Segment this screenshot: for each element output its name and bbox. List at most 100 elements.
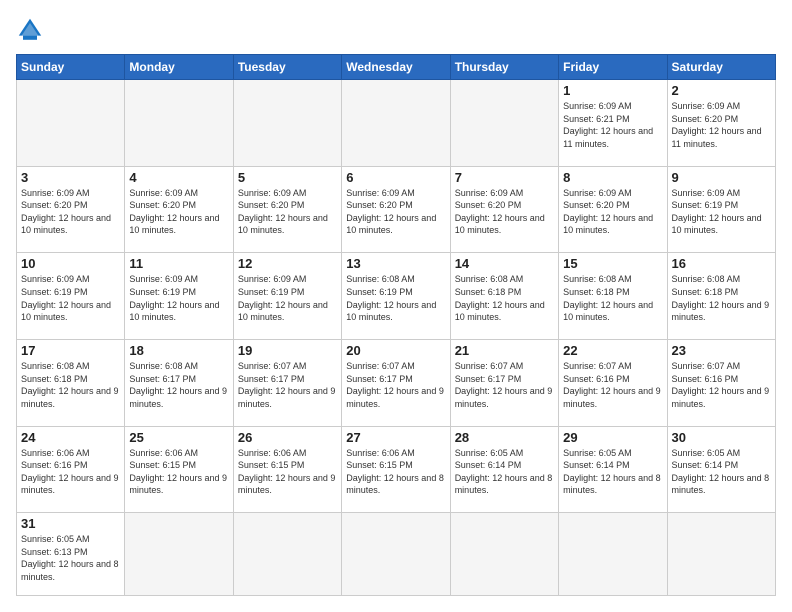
day-info: Sunrise: 6:09 AM Sunset: 6:20 PM Dayligh…	[21, 187, 120, 237]
calendar-cell	[450, 80, 558, 167]
calendar-cell: 15Sunrise: 6:08 AM Sunset: 6:18 PM Dayli…	[559, 253, 667, 340]
calendar-cell: 22 Sunrise: 6:07 AM Sunset: 6:16 PM Dayli…	[559, 339, 667, 426]
calendar-cell: 24 Sunrise: 6:06 AM Sunset: 6:16 PM Dayli…	[17, 426, 125, 513]
weekday-header-thursday: Thursday	[450, 55, 558, 80]
calendar-table: SundayMondayTuesdayWednesdayThursdayFrid…	[16, 54, 776, 596]
day-info: Sunrise: 6:05 AM Sunset: 6:14 PM Dayligh…	[455, 447, 554, 497]
day-info: Sunrise: 6:07 AM Sunset: 6:17 PM Dayligh…	[455, 360, 554, 410]
calendar-cell: 29 Sunrise: 6:05 AM Sunset: 6:14 PM Dayli…	[559, 426, 667, 513]
day-number: 16	[672, 256, 771, 271]
calendar-cell: 14Sunrise: 6:08 AM Sunset: 6:18 PM Dayli…	[450, 253, 558, 340]
calendar-cell	[342, 513, 450, 596]
day-info: Sunrise: 6:09 AM Sunset: 6:19 PM Dayligh…	[238, 273, 337, 323]
calendar-cell: 27Sunrise: 6:06 AM Sunset: 6:15 PM Dayli…	[342, 426, 450, 513]
day-info: Sunrise: 6:09 AM Sunset: 6:20 PM Dayligh…	[563, 187, 662, 237]
day-number: 3	[21, 170, 120, 185]
weekday-header-sunday: Sunday	[17, 55, 125, 80]
day-info: Sunrise: 6:05 AM Sunset: 6:13 PM Dayligh…	[21, 533, 120, 583]
day-number: 1	[563, 83, 662, 98]
day-number: 30	[672, 430, 771, 445]
weekday-header-saturday: Saturday	[667, 55, 775, 80]
calendar-cell: 2 Sunrise: 6:09 AM Sunset: 6:20 PM Daylig…	[667, 80, 775, 167]
day-info: Sunrise: 6:05 AM Sunset: 6:14 PM Dayligh…	[563, 447, 662, 497]
calendar-cell: 4 Sunrise: 6:09 AM Sunset: 6:20 PM Daylig…	[125, 166, 233, 253]
day-info: Sunrise: 6:08 AM Sunset: 6:17 PM Dayligh…	[129, 360, 228, 410]
day-info: Sunrise: 6:07 AM Sunset: 6:16 PM Dayligh…	[563, 360, 662, 410]
day-info: Sunrise: 6:09 AM Sunset: 6:20 PM Dayligh…	[238, 187, 337, 237]
day-info: Sunrise: 6:06 AM Sunset: 6:15 PM Dayligh…	[129, 447, 228, 497]
day-number: 8	[563, 170, 662, 185]
calendar-cell: 18Sunrise: 6:08 AM Sunset: 6:17 PM Dayli…	[125, 339, 233, 426]
calendar-cell: 20Sunrise: 6:07 AM Sunset: 6:17 PM Dayli…	[342, 339, 450, 426]
day-info: Sunrise: 6:07 AM Sunset: 6:17 PM Dayligh…	[238, 360, 337, 410]
weekday-header-monday: Monday	[125, 55, 233, 80]
day-number: 19	[238, 343, 337, 358]
day-info: Sunrise: 6:09 AM Sunset: 6:19 PM Dayligh…	[21, 273, 120, 323]
day-number: 4	[129, 170, 228, 185]
weekday-header-tuesday: Tuesday	[233, 55, 341, 80]
day-number: 10	[21, 256, 120, 271]
day-number: 23	[672, 343, 771, 358]
calendar-week-5: 31 Sunrise: 6:05 AM Sunset: 6:13 PM Dayli…	[17, 513, 776, 596]
calendar-cell	[667, 513, 775, 596]
calendar-cell	[450, 513, 558, 596]
day-info: Sunrise: 6:07 AM Sunset: 6:17 PM Dayligh…	[346, 360, 445, 410]
day-number: 11	[129, 256, 228, 271]
calendar-cell: 12Sunrise: 6:09 AM Sunset: 6:19 PM Dayli…	[233, 253, 341, 340]
calendar-cell: 13 Sunrise: 6:08 AM Sunset: 6:19 PM Dayli…	[342, 253, 450, 340]
day-info: Sunrise: 6:07 AM Sunset: 6:16 PM Dayligh…	[672, 360, 771, 410]
day-info: Sunrise: 6:08 AM Sunset: 6:18 PM Dayligh…	[455, 273, 554, 323]
day-number: 22	[563, 343, 662, 358]
day-info: Sunrise: 6:09 AM Sunset: 6:20 PM Dayligh…	[455, 187, 554, 237]
day-info: Sunrise: 6:08 AM Sunset: 6:19 PM Dayligh…	[346, 273, 445, 323]
day-info: Sunrise: 6:09 AM Sunset: 6:19 PM Dayligh…	[672, 187, 771, 237]
calendar-cell: 8 Sunrise: 6:09 AM Sunset: 6:20 PM Daylig…	[559, 166, 667, 253]
day-number: 2	[672, 83, 771, 98]
calendar-cell	[342, 80, 450, 167]
calendar-week-0: 1 Sunrise: 6:09 AM Sunset: 6:21 PM Daylig…	[17, 80, 776, 167]
day-info: Sunrise: 6:09 AM Sunset: 6:20 PM Dayligh…	[346, 187, 445, 237]
calendar-cell: 11Sunrise: 6:09 AM Sunset: 6:19 PM Dayli…	[125, 253, 233, 340]
calendar-cell: 7 Sunrise: 6:09 AM Sunset: 6:20 PM Daylig…	[450, 166, 558, 253]
calendar-cell: 3 Sunrise: 6:09 AM Sunset: 6:20 PM Daylig…	[17, 166, 125, 253]
day-number: 21	[455, 343, 554, 358]
weekday-header-row: SundayMondayTuesdayWednesdayThursdayFrid…	[17, 55, 776, 80]
calendar-cell: 6 Sunrise: 6:09 AM Sunset: 6:20 PM Daylig…	[342, 166, 450, 253]
calendar-cell: 1 Sunrise: 6:09 AM Sunset: 6:21 PM Daylig…	[559, 80, 667, 167]
calendar-cell	[125, 80, 233, 167]
day-info: Sunrise: 6:09 AM Sunset: 6:20 PM Dayligh…	[672, 100, 771, 150]
day-info: Sunrise: 6:08 AM Sunset: 6:18 PM Dayligh…	[21, 360, 120, 410]
calendar-week-4: 24 Sunrise: 6:06 AM Sunset: 6:16 PM Dayli…	[17, 426, 776, 513]
weekday-header-wednesday: Wednesday	[342, 55, 450, 80]
day-info: Sunrise: 6:06 AM Sunset: 6:15 PM Dayligh…	[346, 447, 445, 497]
day-number: 17	[21, 343, 120, 358]
calendar-cell: 28 Sunrise: 6:05 AM Sunset: 6:14 PM Dayli…	[450, 426, 558, 513]
calendar-week-3: 17 Sunrise: 6:08 AM Sunset: 6:18 PM Dayli…	[17, 339, 776, 426]
calendar-cell: 25 Sunrise: 6:06 AM Sunset: 6:15 PM Dayli…	[125, 426, 233, 513]
day-number: 6	[346, 170, 445, 185]
calendar-cell: 19 Sunrise: 6:07 AM Sunset: 6:17 PM Dayli…	[233, 339, 341, 426]
day-info: Sunrise: 6:09 AM Sunset: 6:20 PM Dayligh…	[129, 187, 228, 237]
day-info: Sunrise: 6:08 AM Sunset: 6:18 PM Dayligh…	[672, 273, 771, 323]
day-info: Sunrise: 6:06 AM Sunset: 6:15 PM Dayligh…	[238, 447, 337, 497]
calendar-cell	[559, 513, 667, 596]
calendar-cell: 10 Sunrise: 6:09 AM Sunset: 6:19 PM Dayli…	[17, 253, 125, 340]
header	[16, 16, 776, 44]
logo	[16, 16, 48, 44]
day-number: 28	[455, 430, 554, 445]
calendar-cell: 16 Sunrise: 6:08 AM Sunset: 6:18 PM Dayli…	[667, 253, 775, 340]
page: SundayMondayTuesdayWednesdayThursdayFrid…	[0, 0, 792, 612]
day-number: 31	[21, 516, 120, 531]
day-info: Sunrise: 6:09 AM Sunset: 6:21 PM Dayligh…	[563, 100, 662, 150]
day-number: 25	[129, 430, 228, 445]
day-number: 26	[238, 430, 337, 445]
calendar-cell	[125, 513, 233, 596]
calendar-cell: 9Sunrise: 6:09 AM Sunset: 6:19 PM Daylig…	[667, 166, 775, 253]
day-number: 7	[455, 170, 554, 185]
day-number: 13	[346, 256, 445, 271]
calendar-week-1: 3 Sunrise: 6:09 AM Sunset: 6:20 PM Daylig…	[17, 166, 776, 253]
day-info: Sunrise: 6:06 AM Sunset: 6:16 PM Dayligh…	[21, 447, 120, 497]
calendar-week-2: 10 Sunrise: 6:09 AM Sunset: 6:19 PM Dayli…	[17, 253, 776, 340]
day-number: 29	[563, 430, 662, 445]
day-number: 24	[21, 430, 120, 445]
